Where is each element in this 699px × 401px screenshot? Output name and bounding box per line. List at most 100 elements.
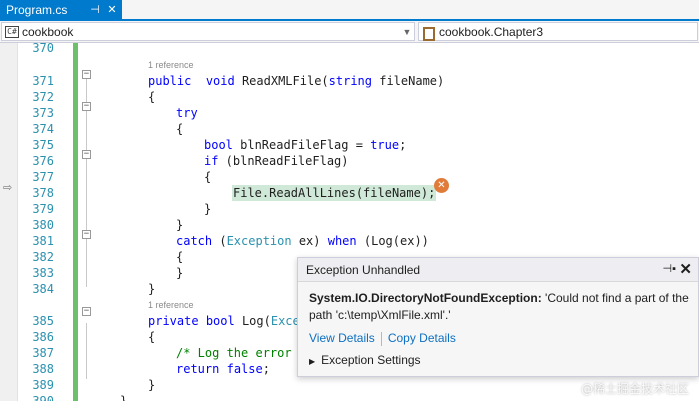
code-token: { (176, 250, 184, 264)
code-line[interactable]: if (blnReadFileFlag) (204, 153, 349, 169)
view-details-link[interactable]: View Details (309, 331, 375, 345)
fold-guide (86, 323, 87, 379)
type-dropdown-value: cookbook.Chapter3 (439, 24, 544, 39)
code-token: } (204, 202, 212, 216)
code-token: fileName) (372, 74, 445, 88)
indicator-margin[interactable]: ⇨ (0, 43, 18, 401)
code-token: private (148, 314, 199, 328)
code-line[interactable]: { (176, 121, 183, 137)
code-line[interactable]: public void ReadXMLFile(string fileName) (148, 73, 444, 89)
code-line[interactable]: private bool Log(Excep (148, 313, 307, 329)
exception-title: Exception Unhandled (306, 263, 421, 277)
collapse-icon[interactable]: − (82, 102, 91, 111)
exception-links: View Details Copy Details (309, 331, 456, 346)
code-token: return (176, 362, 220, 376)
line-number: 373 (32, 106, 54, 120)
exception-settings-expander[interactable]: ▶ Exception Settings (309, 353, 421, 367)
project-dropdown-value: cookbook (22, 24, 74, 39)
type-dropdown[interactable]: cookbook.Chapter3 (418, 22, 698, 41)
copy-details-link[interactable]: Copy Details (388, 331, 456, 345)
error-icon[interactable]: ✕ (434, 178, 449, 193)
code-line[interactable]: /* Log the error (176, 345, 292, 361)
line-number: 381 (32, 234, 54, 248)
code-token: Exception (226, 234, 292, 248)
line-number: 388 (32, 362, 54, 376)
code-token: bool (204, 138, 233, 152)
line-number: 384 (32, 282, 54, 296)
close-icon[interactable]: ✕ (105, 3, 119, 17)
code-token: { (176, 122, 184, 136)
code-token: ( (212, 234, 227, 248)
code-line[interactable]: { (204, 169, 211, 185)
code-line[interactable]: bool blnReadFileFlag = true; (204, 137, 406, 153)
line-number: 377 (32, 170, 54, 184)
collapse-icon[interactable]: − (82, 70, 91, 79)
code-line[interactable]: File.ReadAllLines(fileName); (232, 185, 437, 201)
line-number: 374 (32, 122, 54, 136)
watermark: @稀土掘金技术社区 (580, 382, 689, 396)
code-line[interactable]: } (176, 265, 183, 281)
code-line[interactable]: } (148, 281, 155, 297)
code-line[interactable]: } (148, 377, 155, 393)
csharp-project-icon: C# (5, 25, 19, 38)
navigation-bar: C# cookbook ▼ cookbook.Chapter3 (0, 21, 699, 43)
tab-program-cs[interactable]: Program.cs ⊣ ✕ (0, 0, 122, 19)
line-number: 389 (32, 378, 54, 392)
code-line[interactable]: try (176, 105, 198, 121)
project-dropdown[interactable]: C# cookbook ▼ (1, 22, 415, 41)
code-token: { (148, 90, 156, 104)
namespace-icon (422, 26, 436, 41)
code-token: { (148, 330, 156, 344)
close-icon[interactable]: ✕ (679, 260, 692, 278)
line-number: 390 (32, 394, 54, 401)
collapse-icon[interactable]: − (82, 230, 91, 239)
exception-settings-label: Exception Settings (321, 353, 421, 367)
code-token: ReadXMLFile( (234, 74, 329, 88)
code-token: bool (205, 314, 235, 328)
line-number: 387 (32, 346, 54, 360)
current-statement-highlight: File.ReadAllLines(fileName); (232, 185, 437, 201)
collapse-icon[interactable]: − (82, 150, 91, 159)
codelens-reference[interactable]: 1 reference (148, 58, 194, 72)
code-token: blnReadFileFlag = (232, 138, 371, 152)
code-line[interactable]: return false; (176, 361, 270, 377)
pin-icon[interactable]: ⊣ (88, 3, 102, 17)
code-token: ex) (291, 234, 328, 248)
code-line[interactable]: } (176, 217, 183, 233)
exception-type: System.IO.DirectoryNotFoundException: (309, 291, 542, 305)
collapse-icon[interactable]: − (82, 307, 91, 316)
exception-message: System.IO.DirectoryNotFoundException: 'C… (309, 290, 689, 324)
code-line[interactable]: { (148, 329, 155, 345)
line-number: 372 (32, 90, 54, 104)
code-token: ; (399, 138, 407, 152)
line-number: 383 (32, 266, 54, 280)
line-number: 386 (32, 330, 54, 344)
line-number: 371 (32, 74, 54, 88)
line-number: 379 (32, 202, 54, 216)
code-token: } (176, 218, 184, 232)
code-line[interactable]: { (176, 249, 183, 265)
exception-header: Exception Unhandled ⊣▪ ✕ (298, 258, 698, 282)
line-number: 370 (32, 41, 54, 55)
pin-icon[interactable]: ⊣▪ (663, 262, 676, 275)
line-number: 382 (32, 250, 54, 264)
line-number: 380 (32, 218, 54, 232)
tab-title: Program.cs (6, 2, 68, 17)
codelens-reference[interactable]: 1 reference (148, 298, 194, 312)
code-line[interactable]: { (148, 89, 155, 105)
chevron-down-icon[interactable]: ▼ (400, 27, 414, 37)
code-line[interactable]: catch (Exception ex) when (Log(ex)) (176, 233, 429, 249)
code-token: Log( (234, 314, 271, 328)
code-token: try (176, 106, 198, 120)
change-tracking-bar (73, 43, 78, 401)
code-line[interactable]: } (120, 393, 127, 401)
code-line[interactable]: } (204, 201, 211, 217)
code-token: } (120, 394, 128, 401)
outlining-margin[interactable]: − − − − − (80, 43, 94, 401)
document-tab-strip: Program.cs ⊣ ✕ (0, 0, 699, 21)
expand-triangle-icon: ▶ (309, 357, 316, 366)
link-divider (380, 331, 382, 346)
code-token: (Log(ex)) (356, 234, 429, 248)
